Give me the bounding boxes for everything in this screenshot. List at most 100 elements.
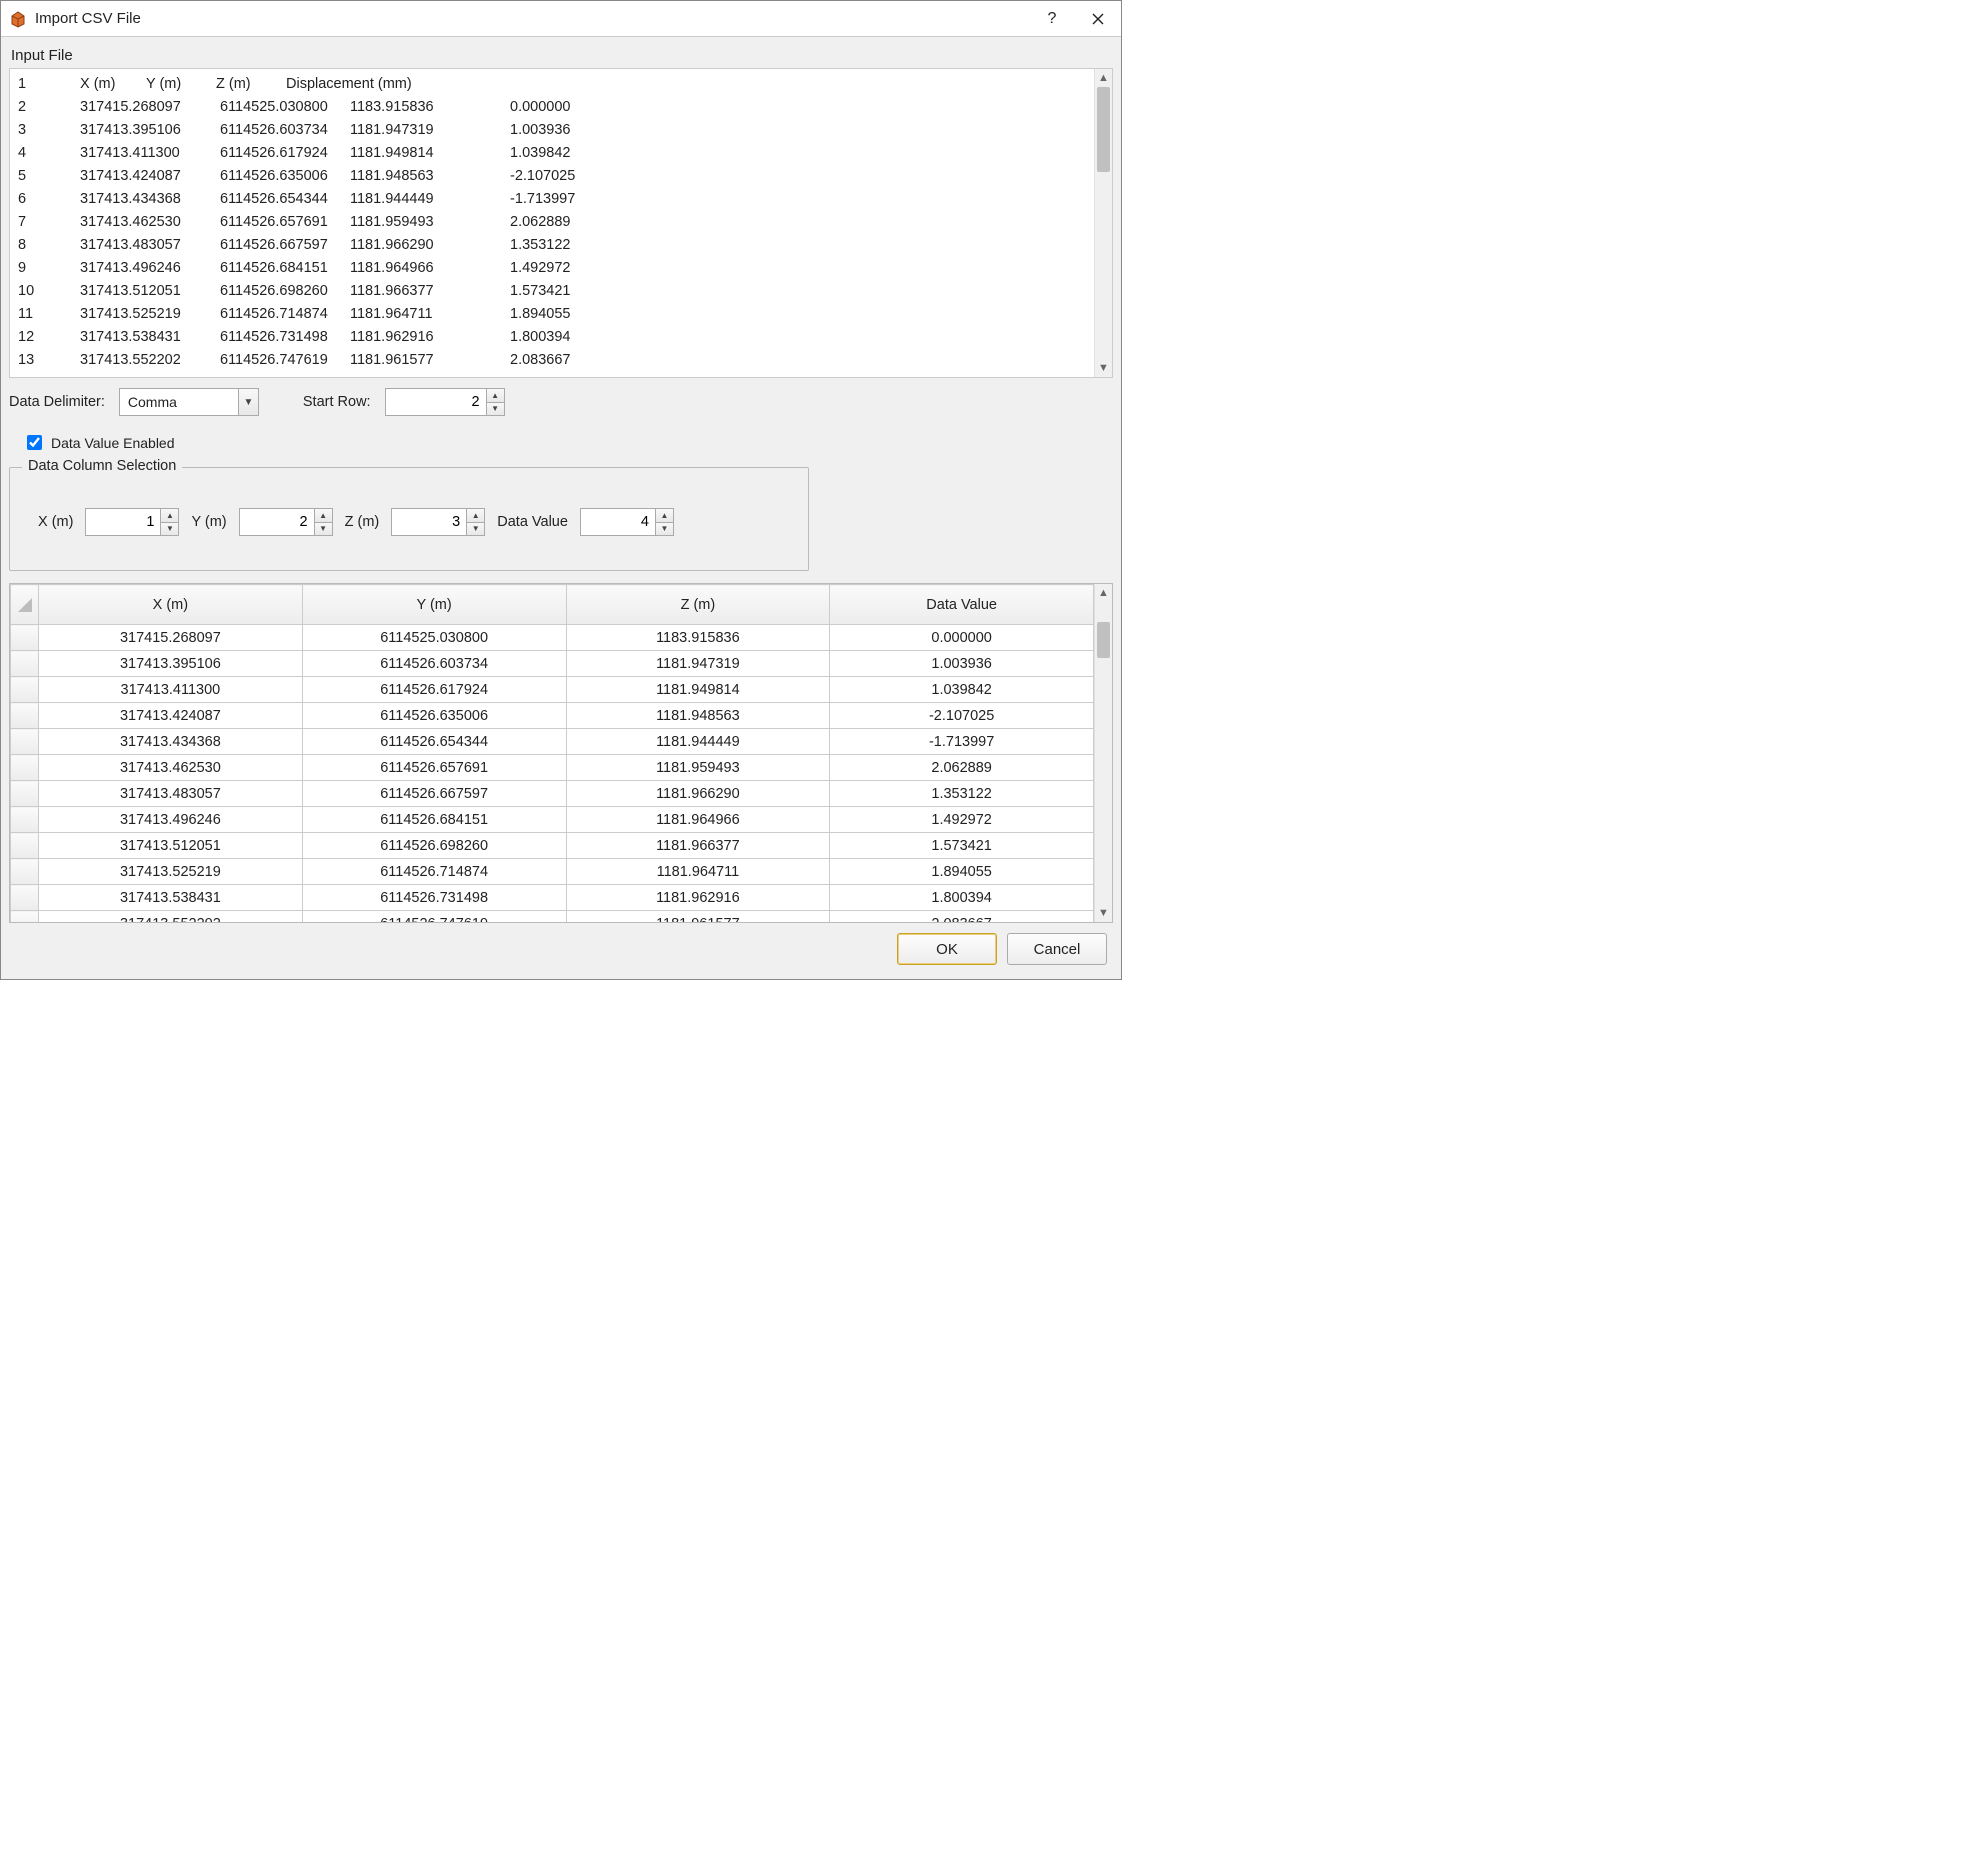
table-row-header[interactable] bbox=[11, 833, 39, 859]
data-table[interactable]: X (m)Y (m)Z (m)Data Value317415.26809761… bbox=[10, 584, 1094, 923]
table-row[interactable]: 317413.4830576114526.6675971181.9662901.… bbox=[11, 781, 1094, 807]
table-row-header[interactable] bbox=[11, 677, 39, 703]
y-col-spinner[interactable]: ▲▼ bbox=[239, 508, 333, 536]
table-cell[interactable]: 2.062889 bbox=[830, 755, 1094, 781]
table-row-header[interactable] bbox=[11, 625, 39, 651]
table-scroll-thumb[interactable] bbox=[1097, 622, 1110, 658]
table-row[interactable]: 317413.3951066114526.6037341181.9473191.… bbox=[11, 651, 1094, 677]
help-button[interactable]: ? bbox=[1029, 1, 1075, 37]
table-header-cell[interactable]: Z (m) bbox=[566, 585, 830, 625]
spinner-up-icon[interactable]: ▲ bbox=[161, 509, 178, 523]
table-cell[interactable]: 1.492972 bbox=[830, 807, 1094, 833]
table-cell[interactable]: 1181.966377 bbox=[566, 833, 830, 859]
spinner-down-icon[interactable]: ▼ bbox=[161, 523, 178, 536]
ok-button[interactable]: OK bbox=[897, 933, 997, 965]
preview-scroll-thumb[interactable] bbox=[1097, 87, 1110, 172]
table-row[interactable]: 317413.4113006114526.6179241181.9498141.… bbox=[11, 677, 1094, 703]
table-header-cell[interactable]: Data Value bbox=[830, 585, 1094, 625]
scroll-up-arrow-icon[interactable]: ▲ bbox=[1095, 584, 1112, 602]
table-cell[interactable]: 6114526.684151 bbox=[302, 807, 566, 833]
table-cell[interactable]: 317413.434368 bbox=[39, 729, 303, 755]
table-cell[interactable]: 1183.915836 bbox=[566, 625, 830, 651]
table-cell[interactable]: 317413.483057 bbox=[39, 781, 303, 807]
table-cell[interactable]: -1.713997 bbox=[830, 729, 1094, 755]
data-col-spinner[interactable]: ▲▼ bbox=[580, 508, 674, 536]
table-cell[interactable]: 6114526.747619 bbox=[302, 911, 566, 924]
table-cell[interactable]: 1181.964711 bbox=[566, 859, 830, 885]
table-cell[interactable]: 1181.948563 bbox=[566, 703, 830, 729]
table-cell[interactable]: -2.107025 bbox=[830, 703, 1094, 729]
data-col-input[interactable] bbox=[581, 509, 655, 535]
table-row-header[interactable] bbox=[11, 859, 39, 885]
scroll-up-arrow-icon[interactable]: ▲ bbox=[1095, 69, 1112, 87]
table-cell[interactable]: 317413.462530 bbox=[39, 755, 303, 781]
x-col-spinner[interactable]: ▲▼ bbox=[85, 508, 179, 536]
table-row[interactable]: 317413.4343686114526.6543441181.944449-1… bbox=[11, 729, 1094, 755]
spinner-down-icon[interactable]: ▼ bbox=[315, 523, 332, 536]
table-cell[interactable]: 317413.552202 bbox=[39, 911, 303, 924]
table-row-header[interactable] bbox=[11, 807, 39, 833]
y-col-input[interactable] bbox=[240, 509, 314, 535]
spinner-down-icon[interactable]: ▼ bbox=[487, 403, 504, 416]
table-cell[interactable]: 6114526.714874 bbox=[302, 859, 566, 885]
table-row-header[interactable] bbox=[11, 781, 39, 807]
dropdown-arrow-icon[interactable]: ▼ bbox=[238, 389, 258, 415]
table-cell[interactable]: 1181.964966 bbox=[566, 807, 830, 833]
table-row[interactable]: 317415.2680976114525.0308001183.9158360.… bbox=[11, 625, 1094, 651]
table-scrollbar[interactable]: ▲ ▼ bbox=[1094, 584, 1112, 922]
table-cell[interactable]: 6114526.731498 bbox=[302, 885, 566, 911]
spinner-down-icon[interactable]: ▼ bbox=[467, 523, 484, 536]
table-row[interactable]: 317413.5384316114526.7314981181.9629161.… bbox=[11, 885, 1094, 911]
cancel-button[interactable]: Cancel bbox=[1007, 933, 1107, 965]
close-button[interactable] bbox=[1075, 1, 1121, 37]
table-cell[interactable]: 1.039842 bbox=[830, 677, 1094, 703]
table-corner-cell[interactable] bbox=[11, 585, 39, 625]
table-cell[interactable]: 6114526.667597 bbox=[302, 781, 566, 807]
table-cell[interactable]: 317413.496246 bbox=[39, 807, 303, 833]
scroll-down-arrow-icon[interactable]: ▼ bbox=[1095, 904, 1112, 922]
table-row[interactable]: 317413.5252196114526.7148741181.9647111.… bbox=[11, 859, 1094, 885]
table-row[interactable]: 317413.5522026114526.7476191181.9615772.… bbox=[11, 911, 1094, 924]
table-cell[interactable]: 6114526.698260 bbox=[302, 833, 566, 859]
table-row-header[interactable] bbox=[11, 651, 39, 677]
scroll-down-arrow-icon[interactable]: ▼ bbox=[1095, 359, 1112, 377]
table-cell[interactable]: 1.003936 bbox=[830, 651, 1094, 677]
table-cell[interactable]: 6114526.654344 bbox=[302, 729, 566, 755]
table-cell[interactable]: 2.083667 bbox=[830, 911, 1094, 924]
data-value-enabled-checkbox[interactable] bbox=[27, 435, 42, 450]
table-cell[interactable]: 317415.268097 bbox=[39, 625, 303, 651]
table-row[interactable]: 317413.4240876114526.6350061181.948563-2… bbox=[11, 703, 1094, 729]
table-cell[interactable]: 317413.538431 bbox=[39, 885, 303, 911]
table-cell[interactable]: 1181.962916 bbox=[566, 885, 830, 911]
table-row[interactable]: 317413.5120516114526.6982601181.9663771.… bbox=[11, 833, 1094, 859]
file-preview[interactable]: 1X (m)Y (m)Z (m)Displacement (mm)2317415… bbox=[10, 69, 1112, 377]
start-row-spinner[interactable]: ▲ ▼ bbox=[385, 388, 505, 416]
table-header-cell[interactable]: Y (m) bbox=[302, 585, 566, 625]
table-header-cell[interactable]: X (m) bbox=[39, 585, 303, 625]
table-cell[interactable]: 6114526.603734 bbox=[302, 651, 566, 677]
table-cell[interactable]: 6114526.657691 bbox=[302, 755, 566, 781]
table-cell[interactable]: 6114526.617924 bbox=[302, 677, 566, 703]
spinner-up-icon[interactable]: ▲ bbox=[467, 509, 484, 523]
table-row-header[interactable] bbox=[11, 755, 39, 781]
table-cell[interactable]: 1181.961577 bbox=[566, 911, 830, 924]
spinner-down-icon[interactable]: ▼ bbox=[656, 523, 673, 536]
start-row-input[interactable] bbox=[386, 389, 486, 415]
table-cell[interactable]: 1181.959493 bbox=[566, 755, 830, 781]
table-cell[interactable]: 1181.947319 bbox=[566, 651, 830, 677]
table-cell[interactable]: 317413.512051 bbox=[39, 833, 303, 859]
table-cell[interactable]: 1.894055 bbox=[830, 859, 1094, 885]
data-delimiter-dropdown[interactable]: Comma ▼ bbox=[119, 388, 259, 416]
table-cell[interactable]: 317413.411300 bbox=[39, 677, 303, 703]
preview-scrollbar[interactable]: ▲ ▼ bbox=[1094, 69, 1112, 377]
table-row[interactable]: 317413.4625306114526.6576911181.9594932.… bbox=[11, 755, 1094, 781]
table-cell[interactable]: 1181.966290 bbox=[566, 781, 830, 807]
table-cell[interactable]: 1.800394 bbox=[830, 885, 1094, 911]
table-cell[interactable]: 317413.395106 bbox=[39, 651, 303, 677]
z-col-input[interactable] bbox=[392, 509, 466, 535]
table-row-header[interactable] bbox=[11, 703, 39, 729]
z-col-spinner[interactable]: ▲▼ bbox=[391, 508, 485, 536]
table-row-header[interactable] bbox=[11, 729, 39, 755]
spinner-up-icon[interactable]: ▲ bbox=[315, 509, 332, 523]
x-col-input[interactable] bbox=[86, 509, 160, 535]
